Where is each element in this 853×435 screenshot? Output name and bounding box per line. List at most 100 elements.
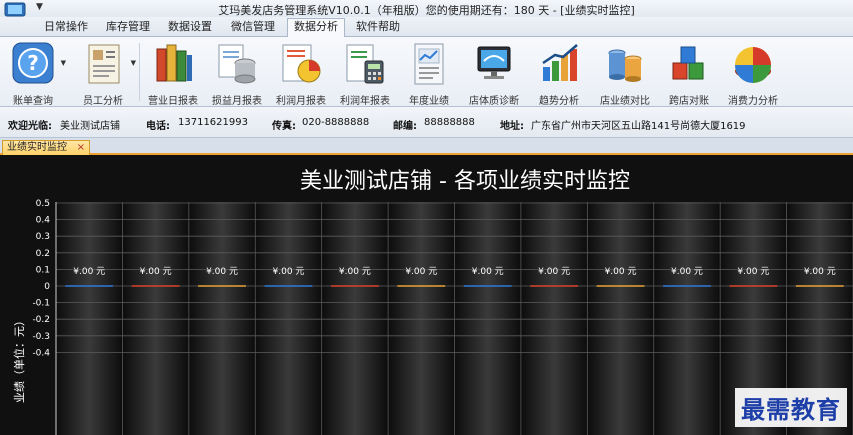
chart-y-axis-label: 业绩（单位：元） [12, 315, 26, 403]
chart-bar[interactable] [795, 285, 844, 287]
plot-column-band [454, 202, 521, 435]
store-compare-label: 店业绩对比 [600, 96, 650, 107]
chart-bar[interactable] [596, 285, 645, 287]
cross-store-reconcile-label: 跨店对账 [669, 96, 709, 107]
ribbon-panel: ? ▼ 账单查询 ▼ 员工分析 营业日报表 损益月报表 利润月报表 利润年报表 … [0, 37, 853, 107]
spending-power-button[interactable]: 消费力分析 [720, 39, 786, 107]
chart-bar[interactable] [397, 285, 446, 287]
document-tab-strip: 业绩实时监控 × [0, 138, 853, 155]
chart-bar[interactable] [663, 285, 711, 287]
monitor-icon [477, 46, 511, 79]
profit-yearly-button[interactable]: 利润年报表 [332, 39, 398, 107]
bar-data-label: ¥.00 元 [538, 267, 570, 277]
address-value: 广东省广州市天河区五山路141号尚德大厦1619 [531, 121, 746, 132]
profit-monthly-button[interactable]: 利润月报表 [268, 39, 334, 107]
bar-data-label: ¥.00 元 [73, 267, 105, 277]
chevron-down-icon[interactable]: ▼ [61, 59, 66, 67]
store-compare-button[interactable]: 店业绩对比 [592, 39, 658, 107]
bar-data-label: ¥.00 元 [472, 267, 504, 277]
store-info-bar: 欢迎光临: 美业测试店铺 电话: 13711621993 传真: 020-888… [0, 107, 853, 138]
title-bar: ▼ 艾玛美发店务管理系统V10.0.1（年租版）您的使用期还有：180 天 - … [0, 0, 853, 22]
profit-monthly-label: 利润月报表 [276, 96, 326, 107]
cubes-icon [672, 46, 704, 80]
chart-bar[interactable] [530, 285, 579, 287]
help-icon: ? [12, 42, 54, 84]
annual-performance-button[interactable]: 年度业绩 [396, 39, 462, 107]
database-icon [218, 44, 256, 84]
svg-text:?: ? [27, 51, 39, 75]
doc-tab-label: 业绩实时监控 [7, 142, 67, 153]
close-icon[interactable]: × [77, 141, 85, 154]
chart-bar[interactable] [330, 285, 379, 287]
chevron-down-icon[interactable]: ▼ [131, 59, 136, 67]
tab-wechat[interactable]: 微信管理 [225, 19, 281, 37]
trend-analysis-button[interactable]: 趋势分析 [526, 39, 592, 107]
chart-bar[interactable] [463, 285, 512, 287]
profit-yearly-label: 利润年报表 [340, 96, 390, 107]
bar-data-label: ¥.00 元 [605, 267, 637, 277]
employee-analysis-label: 员工分析 [83, 96, 123, 107]
employee-icon [88, 44, 120, 84]
annual-performance-label: 年度业绩 [409, 96, 449, 107]
fax-label: 传真: [272, 121, 296, 132]
daily-report-button[interactable]: 营业日报表 [140, 39, 206, 107]
chart-bar[interactable] [729, 285, 778, 287]
chart-bar[interactable] [264, 285, 313, 287]
chart-svg: ¥.00 元 ¥.00 元 ¥.00 元 ¥.00 元 ¥.00 元 ¥.00 元 ¥.00… [12, 169, 853, 435]
y-tick-label: 0.4 [36, 216, 51, 226]
tab-inventory[interactable]: 库存管理 [100, 19, 156, 37]
chart-bar[interactable] [198, 285, 246, 287]
store-name-value: 美业测试店铺 [60, 121, 120, 132]
chart-title: 美业测试店铺 - 各项业绩实时监控 [300, 169, 630, 194]
y-tick-label: -0.3 [32, 332, 50, 342]
store-diagnosis-button[interactable]: 店体质诊断 [461, 39, 527, 107]
tab-data-analysis[interactable]: 数据分析 [287, 18, 345, 38]
tab-performance-monitor[interactable]: 业绩实时监控 × [2, 140, 90, 155]
tab-software-help[interactable]: 软件帮助 [350, 19, 406, 37]
welcome-label: 欢迎光临: [8, 121, 52, 132]
y-tick-label: 0 [44, 282, 50, 292]
watermark-logo: 最需教育 [735, 388, 847, 427]
bar-data-label: ¥.00 元 [804, 267, 836, 277]
ribbon-tab-bar: 日常操作 库存管理 数据设置 微信管理 数据分析 软件帮助 [0, 17, 853, 38]
chart-bar[interactable] [65, 285, 114, 287]
zip-value: 88888888 [424, 117, 475, 128]
app-window: ▼ 艾玛美发店务管理系统V10.0.1（年租版）您的使用期还有：180 天 - … [0, 0, 853, 435]
y-tick-label: 0.1 [36, 265, 50, 275]
tab-data-settings[interactable]: 数据设置 [162, 19, 218, 37]
address-label: 地址: [500, 121, 524, 132]
trend-chart-icon [542, 44, 578, 81]
plot-column-band [56, 202, 123, 435]
spending-power-label: 消费力分析 [728, 96, 778, 107]
cross-store-reconcile-button[interactable]: 跨店对账 [656, 39, 722, 107]
employee-analysis-button[interactable]: ▼ 员工分析 [70, 39, 136, 107]
y-tick-label: -0.4 [32, 348, 50, 358]
plot-column-band [255, 202, 322, 435]
bar-data-label: ¥.00 元 [737, 267, 769, 277]
profit-loss-monthly-button[interactable]: 损益月报表 [204, 39, 270, 107]
y-tick-label: 0.2 [36, 249, 50, 259]
store-diagnosis-label: 店体质诊断 [469, 96, 519, 107]
pie-report-icon [282, 44, 321, 83]
daily-report-label: 营业日报表 [148, 96, 198, 107]
pie-chart-icon [735, 47, 771, 83]
plot-column-band [388, 202, 455, 435]
bar-data-label: ¥.00 元 [339, 267, 371, 277]
document-chart-icon [414, 43, 444, 85]
bill-query-button[interactable]: ? ▼ 账单查询 [0, 39, 66, 107]
plot-column-band [587, 202, 654, 435]
y-tick-label: -0.2 [32, 315, 50, 325]
chart-bar[interactable] [131, 285, 180, 287]
plot-column-band [321, 202, 389, 435]
plot-column-band [122, 202, 189, 435]
bar-data-label: ¥.00 元 [671, 267, 703, 277]
y-tick-label: -0.1 [32, 299, 50, 309]
calculator-icon [346, 44, 384, 84]
bar-data-label: ¥.00 元 [405, 267, 437, 277]
zip-label: 邮编: [393, 121, 417, 132]
tab-daily-operations[interactable]: 日常操作 [38, 19, 94, 37]
trend-analysis-label: 趋势分析 [539, 96, 579, 107]
y-tick-label: 0.3 [36, 232, 50, 242]
plot-column-band [520, 202, 588, 435]
y-tick-label: 0.5 [36, 199, 50, 209]
